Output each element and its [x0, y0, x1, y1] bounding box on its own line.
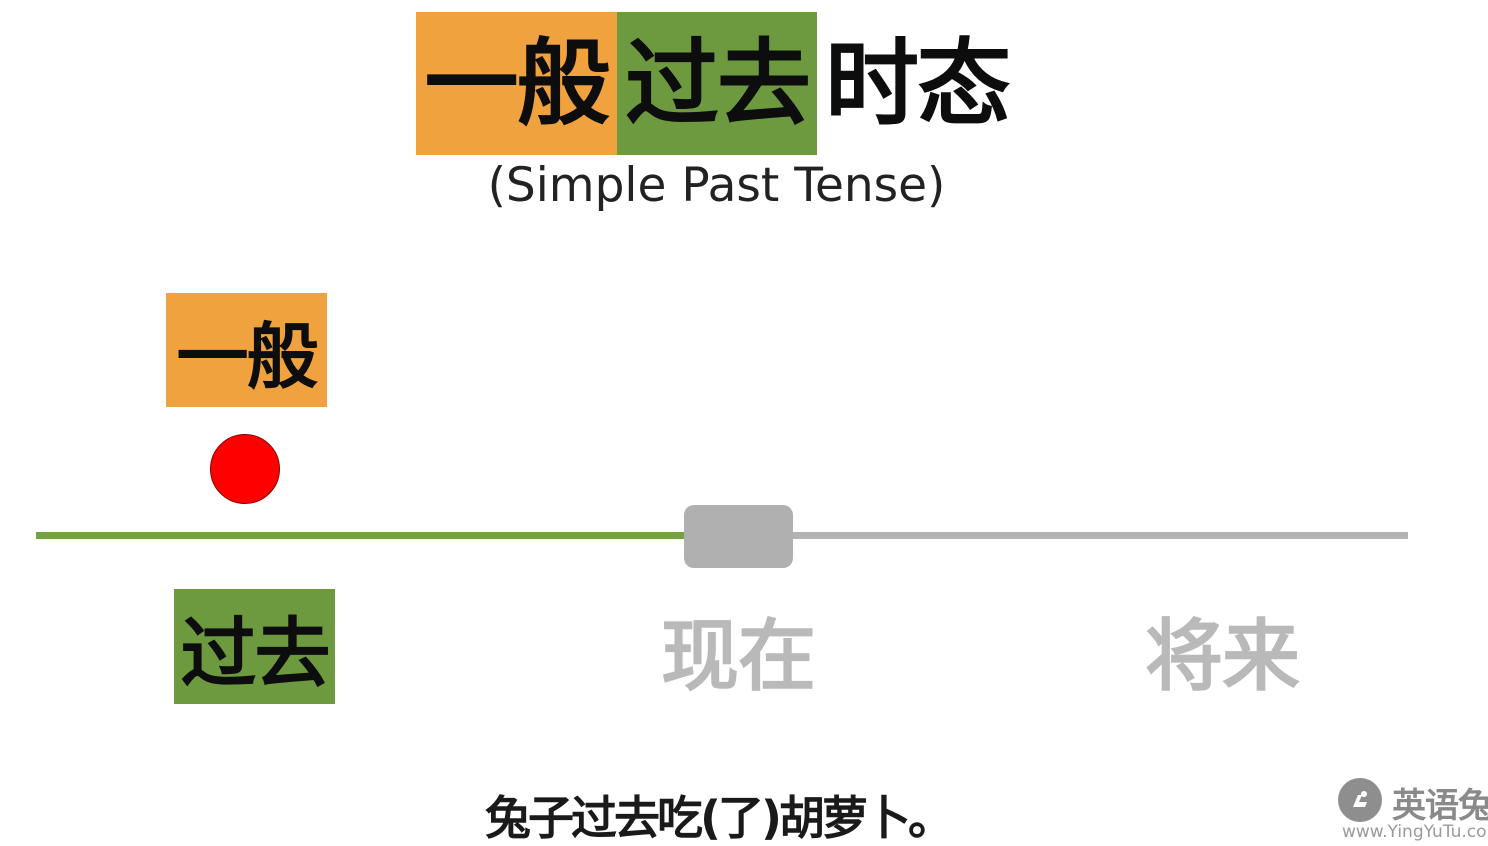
- watermark-url: www.YingYuTu.com: [1342, 822, 1488, 842]
- label-past: 过去: [174, 589, 335, 704]
- label-present: 现在: [660, 611, 816, 702]
- title: 一般 过去 时态: [416, 12, 1017, 155]
- general-tag: 一般: [166, 293, 327, 407]
- timeline-future-segment: [736, 532, 1408, 539]
- slide: 一般 过去 时态 (Simple Past Tense) 一般 过去 现在 将来…: [0, 0, 1488, 846]
- video-caption: 兔子过去吃(了)胡萝卜。: [484, 791, 954, 845]
- label-future: 将来: [1144, 611, 1300, 702]
- title-tense-segment: 时态: [824, 28, 1011, 139]
- subtitle-english: (Simple Past Tense): [487, 158, 946, 213]
- title-past-segment: 过去: [617, 12, 817, 155]
- slider-handle-icon[interactable]: [684, 505, 793, 568]
- title-general-segment: 一般: [416, 12, 617, 155]
- timeline-past-segment: [36, 532, 736, 539]
- red-dot-icon: [210, 434, 280, 504]
- watermark: 英语兔 www.YingYuTu.com: [1336, 776, 1488, 846]
- rabbit-logo-icon: [1338, 778, 1382, 822]
- watermark-name: 英语兔: [1392, 786, 1488, 826]
